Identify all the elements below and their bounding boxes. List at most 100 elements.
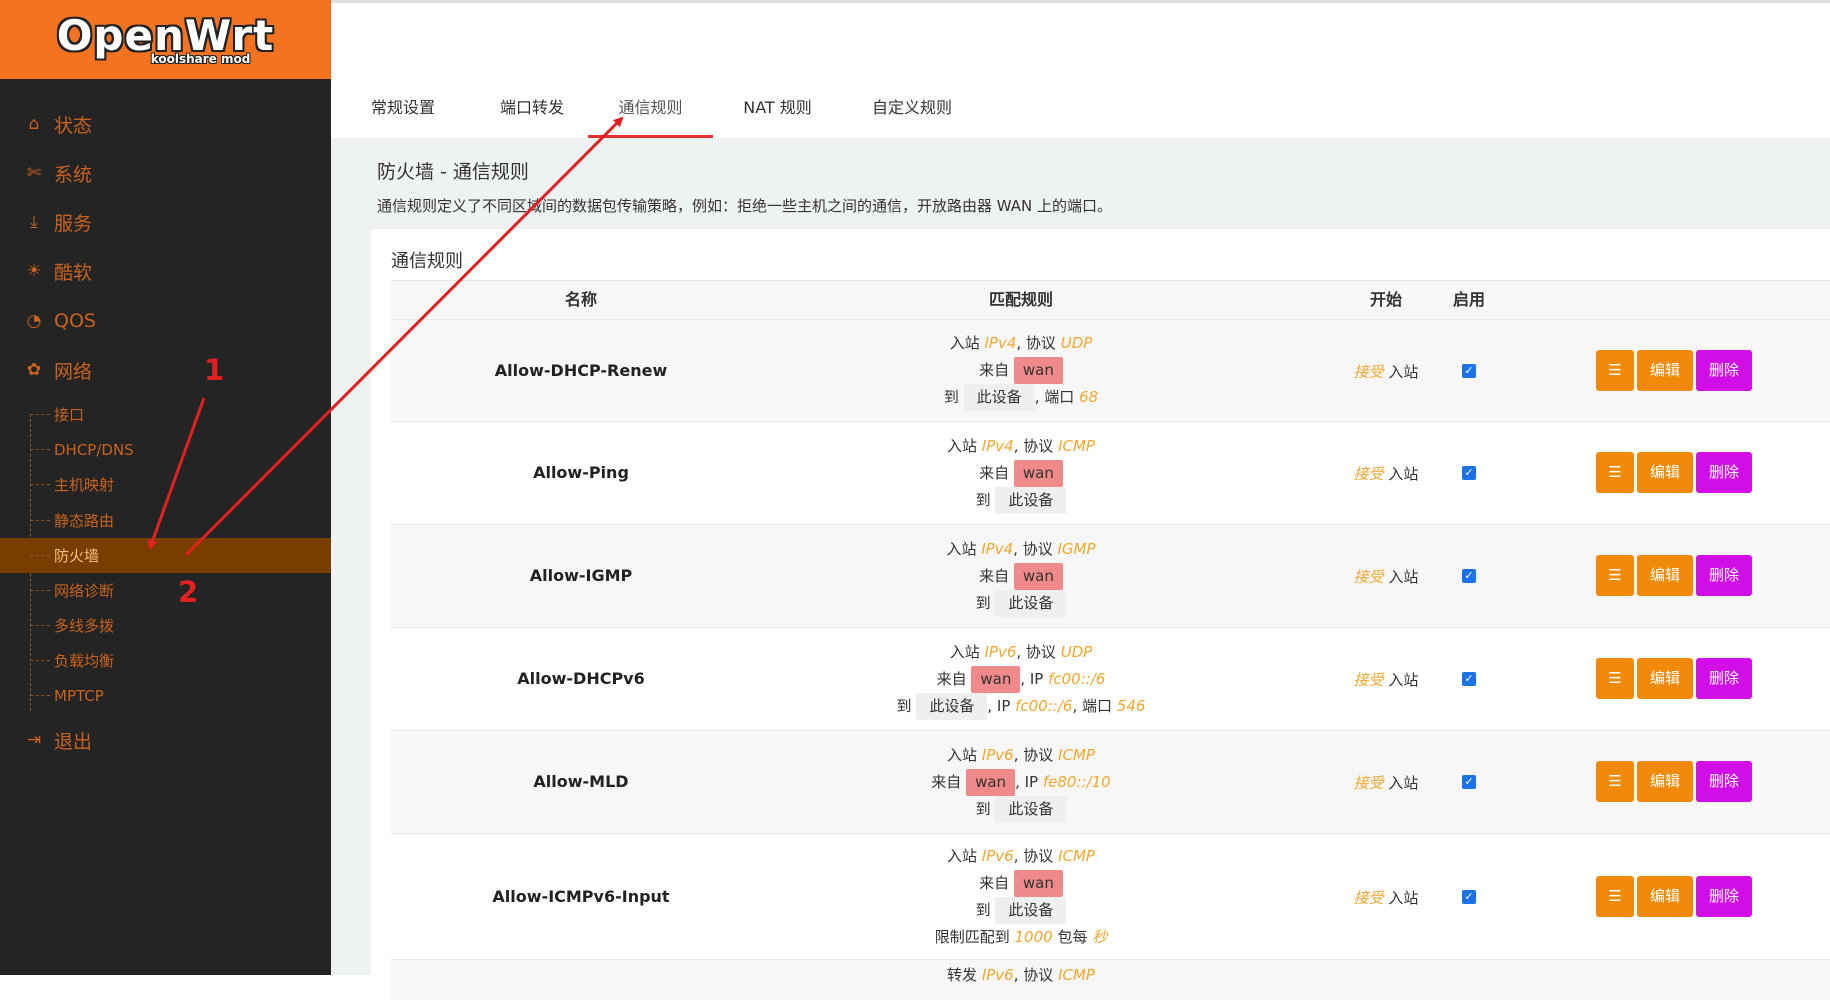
target-accept: 接受 <box>1353 774 1384 792</box>
sidebar-subitem-1[interactable]: DHCP/DNS <box>0 432 331 467</box>
sidebar-subitem-label: MPTCP <box>54 686 104 705</box>
sort-button[interactable]: ☰ <box>1596 761 1634 802</box>
delete-button[interactable]: 删除 <box>1696 452 1752 493</box>
to-label: 到 <box>975 799 991 818</box>
enable-checkbox[interactable]: ✓ <box>1462 775 1476 789</box>
rule-name[interactable]: Allow-MLD <box>391 772 771 791</box>
match-line-proto: 入站 IPv6, 协议 ICMP <box>947 846 1095 865</box>
edit-button[interactable]: 编辑 <box>1637 452 1693 493</box>
sidebar-item-3[interactable]: ☀ 酷软 <box>0 251 331 291</box>
match-line-source: 来自 wan <box>771 562 1271 590</box>
target-accept: 接受 <box>1353 465 1384 483</box>
sort-button[interactable]: ☰ <box>1596 349 1634 391</box>
sort-button[interactable]: ☰ <box>1596 658 1634 699</box>
tab-0[interactable]: 常规设置 <box>360 82 446 138</box>
sidebar-item-4[interactable]: ◔ QOS <box>0 301 331 341</box>
rule-name[interactable]: Allow-DHCPv6 <box>391 669 771 688</box>
match-line-dest: 到 此设备, IP fc00::/6, 端口 546 <box>771 692 1271 720</box>
section-title: 通信规则 <box>391 251 463 272</box>
tree-dash <box>30 484 50 485</box>
match-line-source: 来自 wan, IP fc00::/6 <box>771 665 1271 693</box>
sidebar-subitem-0[interactable]: 接口 <box>0 397 331 432</box>
sidebar-item-2[interactable]: ⤓ 服务 <box>0 202 331 242</box>
per-unit: 秒 <box>1092 927 1108 946</box>
match-line-source: 来自 wan <box>771 459 1271 487</box>
openwrt-logo[interactable]: OpenWrt koolshare mod <box>0 0 331 79</box>
protocol-value: UDP <box>1060 334 1093 352</box>
sidebar-subitem-6[interactable]: 多线多拨 <box>0 608 331 643</box>
sort-button[interactable]: ☰ <box>1596 555 1634 596</box>
rule-target: 接受 入站 <box>1311 772 1461 793</box>
source-zone: wan <box>1013 562 1063 590</box>
tab-2[interactable]: 通信规则 <box>588 82 713 138</box>
table-row: Allow-ICMPv6-Input 入站 IPv6, 协议 ICMP 来自 wan… <box>391 833 1830 959</box>
rule-name[interactable]: Allow-Ping <box>391 463 771 482</box>
ip-family: IPv6 <box>981 846 1014 865</box>
sidebar-item-logout[interactable]: ⇥ 退出 <box>0 720 331 760</box>
direction-label: 入站 <box>947 745 978 764</box>
match-line-dest: 到 此设备 <box>771 896 1271 924</box>
table-row: Allow-Ping 入站 IPv4, 协议 ICMP 来自 wan 到 此设备 接受 … <box>391 421 1830 524</box>
sidebar-item-label: 酷软 <box>54 261 93 284</box>
match-line-proto: 转发 IPv6, 协议 ICMP <box>947 966 1095 984</box>
enable-checkbox[interactable]: ✓ <box>1462 363 1476 378</box>
sidebar-item-5[interactable]: ✿ 网络 <box>0 350 331 390</box>
delete-button[interactable]: 删除 <box>1696 658 1752 699</box>
sidebar-subitem-3[interactable]: 静态路由 <box>0 503 331 538</box>
rule-actions: ☰ 编辑 删除 <box>1596 658 1752 699</box>
sort-button[interactable]: ☰ <box>1596 875 1634 917</box>
match-line-proto: 入站 IPv4, 协议 ICMP <box>947 436 1095 455</box>
edit-button[interactable]: 编辑 <box>1637 349 1693 391</box>
rule-name[interactable]: Allow-ICMPv6-Input <box>391 887 771 906</box>
sidebar-item-0[interactable]: ⌂ 状态 <box>0 104 331 144</box>
rule-match: 转发 IPv6, 协议 ICMP <box>771 962 1271 989</box>
tab-3[interactable]: NAT 规则 <box>730 82 825 138</box>
tab-1[interactable]: 端口转发 <box>484 82 580 138</box>
from-label: 来自 <box>979 361 1010 379</box>
rule-enable: ✓ <box>1449 885 1489 904</box>
from-label: 来自 <box>936 669 967 688</box>
sidebar-subitem-5[interactable]: 网络诊断 <box>0 573 331 608</box>
per-label: 包每 <box>1057 927 1088 946</box>
edit-button[interactable]: 编辑 <box>1637 658 1693 699</box>
dest-zone: 此设备 <box>995 589 1067 617</box>
tab-bar: 常规设置 端口转发 通信规则 NAT 规则 自定义规则 <box>331 82 1830 138</box>
source-zone: wan <box>1013 459 1063 487</box>
protocol-label: 协议 <box>1023 436 1054 455</box>
rule-enable: ✓ <box>1449 770 1489 789</box>
enable-checkbox[interactable]: ✓ <box>1462 672 1476 686</box>
rule-name[interactable]: Allow-IGMP <box>391 566 771 585</box>
protocol-value: ICMP <box>1058 745 1095 764</box>
rule-name[interactable]: Allow-DHCP-Renew <box>391 361 771 380</box>
delete-button[interactable]: 删除 <box>1696 349 1752 391</box>
delete-button[interactable]: 删除 <box>1696 875 1752 917</box>
sidebar-subitem-8[interactable]: MPTCP <box>0 678 331 713</box>
dest-zone: 此设备 <box>995 486 1067 514</box>
source-zone: wan <box>1013 869 1063 897</box>
enable-checkbox[interactable]: ✓ <box>1462 466 1476 480</box>
match-line-source: 来自 wan <box>771 357 1271 384</box>
edit-button[interactable]: 编辑 <box>1637 761 1693 802</box>
direction-label: 入站 <box>947 436 978 455</box>
rule-match: 入站 IPv6, 协议 UDP 来自 wan, IP fc00::/6 到 此设备,… <box>771 639 1271 720</box>
delete-button[interactable]: 删除 <box>1696 761 1752 802</box>
enable-checkbox[interactable]: ✓ <box>1462 889 1476 904</box>
from-label: 来自 <box>979 566 1010 585</box>
sidebar-item-label: 网络 <box>54 360 93 383</box>
direction-label: 入站 <box>949 334 980 352</box>
delete-button[interactable]: 删除 <box>1696 555 1752 596</box>
sidebar-subitem-7[interactable]: 负载均衡 <box>0 643 331 678</box>
enable-checkbox[interactable]: ✓ <box>1462 569 1476 583</box>
edit-button[interactable]: 编辑 <box>1637 555 1693 596</box>
match-line-dest: 到 此设备, 端口 68 <box>771 384 1271 411</box>
sidebar-subitem-2[interactable]: 主机映射 <box>0 467 331 502</box>
sidebar-item-1[interactable]: ✄ 系统 <box>0 153 331 193</box>
sidebar-subitem-4[interactable]: 防火墙 <box>0 538 331 573</box>
edit-button[interactable]: 编辑 <box>1637 875 1693 917</box>
download-icon: ⤓ <box>30 212 38 232</box>
tab-4[interactable]: 自定义规则 <box>862 82 962 138</box>
dest-zone: 此设备 <box>995 795 1067 823</box>
sidebar-item-label: 状态 <box>54 114 93 137</box>
sort-button[interactable]: ☰ <box>1596 452 1634 493</box>
match-line-proto: 入站 IPv6, 协议 ICMP <box>947 745 1095 764</box>
